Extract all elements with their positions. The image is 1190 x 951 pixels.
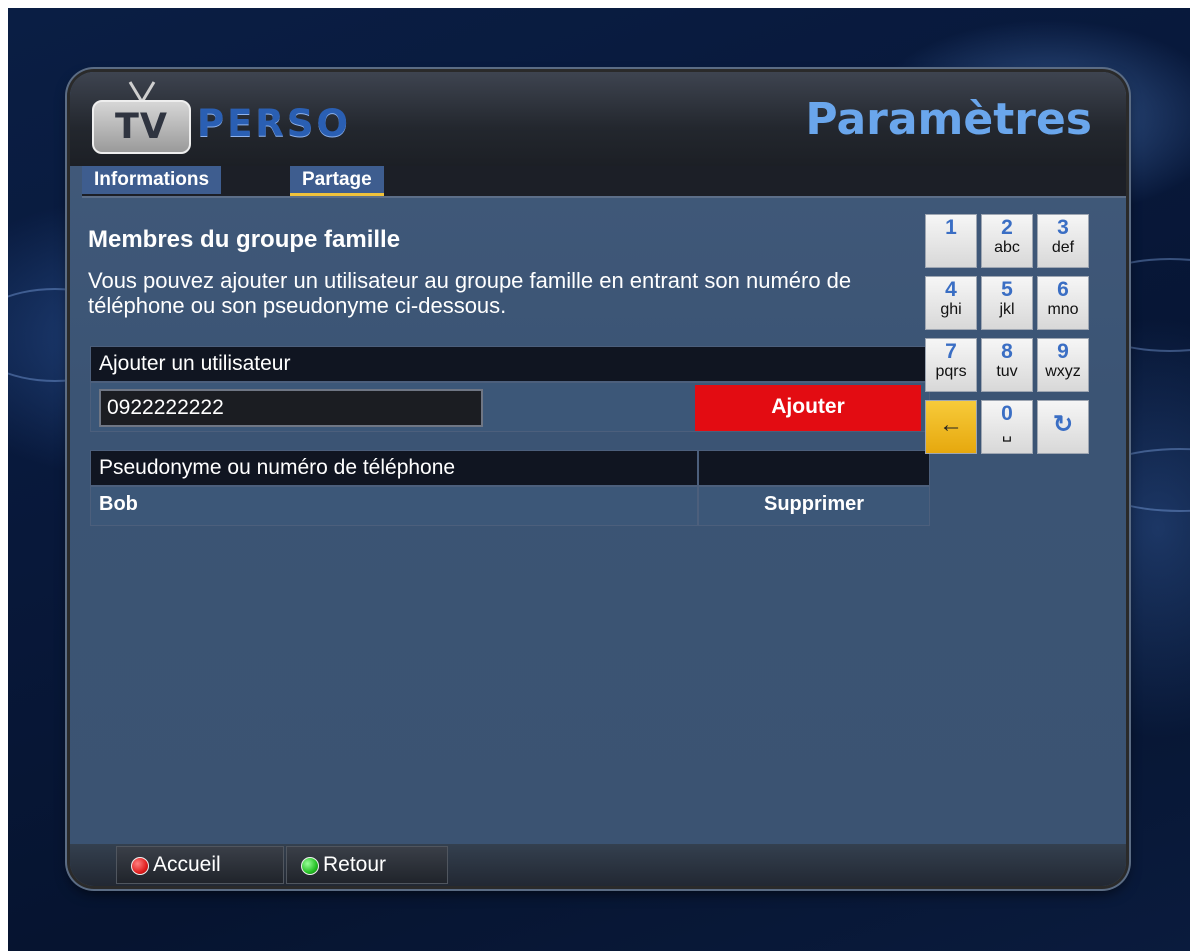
back-button[interactable]: Retour [286, 846, 448, 884]
keypad-key-2[interactable]: 2 abc [981, 214, 1033, 268]
keypad-key-7[interactable]: 7 pqrs [925, 338, 977, 392]
delete-button[interactable]: Supprimer [699, 487, 929, 525]
space-icon: ␣ [1001, 425, 1013, 442]
section-heading: Membres du groupe famille [88, 226, 401, 253]
backspace-key[interactable]: ← [925, 400, 977, 454]
keypad-key-8[interactable]: 8 tuv [981, 338, 1033, 392]
numeric-keypad: 1 2 abc 3 def 4 ghi 5 jkl 6 mno 7 pqrs 8 tuv 9w… [925, 214, 1093, 466]
keypad-key-3[interactable]: 3 def [1037, 214, 1089, 268]
tab-partage[interactable]: Partage [290, 166, 384, 196]
section-description: Vous pouvez ajouter un utilisateur au gr… [88, 268, 852, 318]
refresh-icon: ↻ [1052, 411, 1074, 438]
home-button-label: Accueil [153, 853, 221, 876]
keypad-key-5[interactable]: 5 jkl [981, 276, 1033, 330]
backspace-arrow-icon: ← [939, 411, 963, 438]
tab-informations[interactable]: Informations [82, 166, 222, 194]
member-name: Bob [91, 487, 699, 525]
settings-panel: TV PERSO Paramètres Informations Partage… [70, 72, 1126, 886]
keypad-key-0[interactable]: 0 ␣ [981, 400, 1033, 454]
footer-bar: Accueil Retour [70, 844, 1126, 886]
keypad-key-4[interactable]: 4 ghi [925, 276, 977, 330]
refresh-key[interactable]: ↻ [1037, 400, 1089, 454]
page-title: Paramètres [805, 94, 1092, 145]
tab-bar: Informations Partage [82, 166, 1126, 198]
table-row[interactable]: Bob Supprimer [90, 486, 930, 526]
keypad-key-1[interactable]: 1 [925, 214, 977, 268]
add-user-row: 0922222222 Ajouter [90, 382, 930, 432]
green-button-icon [301, 857, 319, 875]
logo-perso: PERSO [197, 102, 351, 145]
keypad-key-9[interactable]: 9 wxyz [1037, 338, 1089, 392]
logo-tv: TV [92, 100, 191, 154]
add-user-header: Ajouter un utilisateur [90, 346, 930, 382]
keypad-key-6[interactable]: 6 mno [1037, 276, 1089, 330]
home-button[interactable]: Accueil [116, 846, 284, 884]
panel-header: TV PERSO Paramètres [70, 72, 1126, 166]
red-button-icon [131, 857, 149, 875]
phone-number-input[interactable]: 0922222222 [99, 389, 483, 427]
members-table-header: Pseudonyme ou numéro de téléphone [90, 450, 930, 486]
add-button[interactable]: Ajouter [695, 385, 921, 431]
tv-screen: TV PERSO Paramètres Informations Partage… [8, 8, 1190, 951]
column-header-name: Pseudonyme ou numéro de téléphone [91, 451, 699, 485]
back-button-label: Retour [323, 853, 387, 876]
